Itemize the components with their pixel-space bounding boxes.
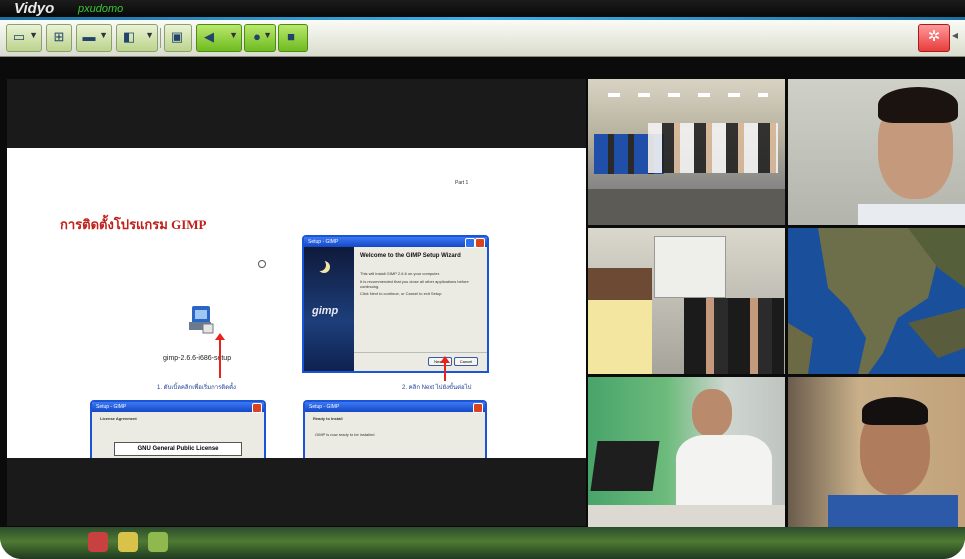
license-window: Setup - GIMP License Agreement GNU Gener… [90,400,266,458]
hair [862,397,928,425]
window-layout-icon: ▭ [12,29,26,44]
people-right [684,298,784,374]
map-image [788,228,965,374]
ready-window: Setup - GIMP Ready to Install GIMP is no… [303,400,487,458]
license-title-bar: Setup - GIMP [92,402,264,412]
layout-button[interactable]: ▭ ▼ [6,24,42,52]
shirt [828,495,958,527]
ready-heading: Ready to Install [313,416,343,421]
share-button[interactable]: ◧ ▼ [116,24,158,52]
close-icon[interactable] [473,403,483,413]
self-view-icon: ▣ [170,29,184,44]
vidyo-window: Vidyo pxudomo ▭ ▼ ⊞ ▬ ▼ ◧ ▼ ▣ ◀ ▼ ● ▼ ■ ✲ [0,0,965,559]
grid-button[interactable]: ⊞ [46,24,72,52]
speaker-button[interactable]: ◀ ▼ [196,24,242,52]
license-heading: License Agreement [100,416,137,421]
chevron-down-icon[interactable]: ▼ [229,30,238,40]
chevron-down-icon[interactable]: ▼ [99,30,108,40]
shared-presentation[interactable]: Part 1 การติดตั้งโปรแกรม GIMP gimp-2.6.6… [7,148,586,458]
speaker-microphone-tile[interactable] [588,377,785,527]
step-2-caption: 2. คลิก Next ไปยังขั้นต่อไป [402,385,472,391]
man-profile-tile[interactable] [788,79,965,225]
arrow-up-icon [440,356,450,381]
slide-title: การติดตั้งโปรแกรม GIMP [60,217,207,232]
monitor-icon: ▬ [82,29,96,44]
title-bar: Vidyo pxudomo [0,0,965,20]
wizard-line-1: This will install GIMP 2.6.6 on your com… [360,271,440,276]
ready-body: GIMP is now ready to be installed [315,432,375,437]
audience [648,123,778,173]
ceiling-lights [608,93,768,97]
toolbar: ▭ ▼ ⊞ ▬ ▼ ◧ ▼ ▣ ◀ ▼ ● ▼ ■ ✲ ◂ [0,20,965,57]
more-button[interactable]: ◂ [952,28,965,48]
person-left [588,268,652,374]
self-view-button[interactable]: ▣ [164,24,192,52]
taskbar [0,527,965,559]
laptop [590,441,660,491]
cursor-icon [258,260,266,268]
camera-icon: ■ [287,29,295,44]
top-strip [0,57,965,79]
shirt [858,204,965,225]
microphone-button[interactable]: ● ▼ [244,24,276,52]
separator [160,28,161,48]
share-screen-icon: ◧ [122,29,136,44]
grid-icon: ⊞ [53,29,65,44]
license-text-box[interactable]: GNU General Public License [114,442,242,456]
monitor-button[interactable]: ▬ ▼ [76,24,112,52]
meeting-room-tile[interactable] [588,228,785,374]
chevron-down-icon[interactable]: ▼ [29,30,38,40]
app-logo: Vidyo [14,0,55,17]
close-icon[interactable] [475,238,485,248]
taskbar-app-icon[interactable] [118,532,138,552]
taskbar-app-icon[interactable] [148,532,168,552]
app-subtitle: pxudomo [78,3,124,15]
camera-button[interactable]: ■ [278,24,308,52]
wizard-title-bar: Setup - GIMP [304,237,487,247]
gimp-logo-text: gimp [312,305,339,317]
wizard-line-3: Click Next to continue, or Cancel to exi… [360,291,443,296]
chevron-down-icon[interactable]: ▼ [263,30,272,40]
arrow-up-icon [215,333,225,378]
installer-icon[interactable] [189,304,215,334]
ready-title-bar: Setup - GIMP [305,402,485,412]
content-bottom-area [7,458,586,526]
man-webcam-tile[interactable] [788,377,965,527]
presenter [692,389,732,437]
gimp-setup-wizard: Setup - GIMP gimp Welcome to the GIMP Se… [302,235,489,373]
speaker-icon: ◀ [204,29,214,44]
chevron-down-icon[interactable]: ▼ [145,30,154,40]
taskbar-app-icon[interactable] [88,532,108,552]
video-grid [588,79,965,527]
content-top-area [7,79,586,148]
settings-button[interactable]: ✲ [918,24,950,52]
wizard-line-2: It is recommended that you close all oth… [360,279,469,289]
floor [588,189,785,225]
wizard-heading: Welcome to the GIMP Setup Wizard [360,253,461,259]
help-icon[interactable] [465,238,475,248]
whiteboard [654,236,726,298]
map-tile[interactable] [788,228,965,374]
moon-icon [314,259,326,271]
table [588,505,785,527]
presenter-shirt [676,435,772,515]
step-1-caption: 1. ดับเบิ้ลคลิกเพื่อเริ่มการติดตั้ง [157,385,236,391]
close-icon[interactable] [252,403,262,413]
cancel-button[interactable]: Cancel [454,357,478,366]
conference-room-tile[interactable] [588,79,785,225]
gimp-banner: gimp [304,247,354,371]
hair [878,87,958,123]
gear-icon: ✲ [927,28,941,45]
page-label: Part 1 [455,180,469,186]
